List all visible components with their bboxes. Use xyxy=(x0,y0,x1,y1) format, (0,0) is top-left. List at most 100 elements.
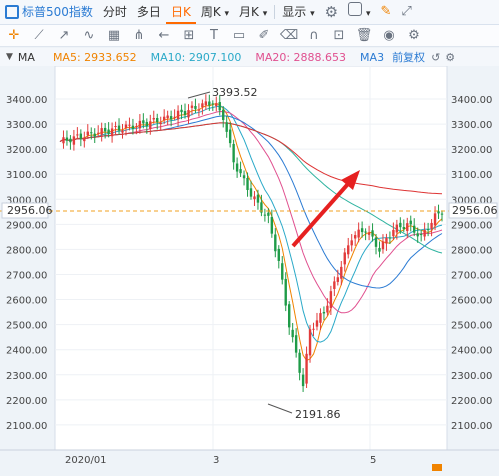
y-tick-label-left: 2200.00 xyxy=(6,396,47,407)
candle-body xyxy=(291,329,294,338)
candle-body xyxy=(215,103,218,106)
candle-body xyxy=(319,313,322,323)
y-tick-label-left: 3400.00 xyxy=(6,95,47,106)
candle-body xyxy=(159,122,162,125)
candle-body xyxy=(176,110,180,120)
crosshair-icon[interactable]: ✛ xyxy=(6,28,22,43)
kline-chart[interactable]: 3400.00 3300.00 3200.00 3100.00 3000.00 2900.… xyxy=(0,65,499,472)
candle-body xyxy=(235,163,239,172)
y-tick-label-right: 2300.00 xyxy=(451,371,492,382)
arrow-tool-icon[interactable]: ← xyxy=(156,28,172,43)
menu-icon[interactable] xyxy=(5,5,19,19)
candle-body xyxy=(169,116,173,120)
expand-icon[interactable]: ⤢ xyxy=(396,0,416,24)
candle-body xyxy=(312,328,315,330)
y-tick-label-right: 3200.00 xyxy=(451,145,492,156)
candle-body xyxy=(364,231,367,233)
checkbox-icon[interactable]: ▾ xyxy=(343,0,375,24)
y-tick-label-right: 3100.00 xyxy=(451,170,492,181)
channel-tool-icon[interactable]: ▦ xyxy=(106,28,122,43)
drawing-toolbar: ✛ ⟋ ↗ ∿ ▦ ⋔ ← ⊞ T ▭ ✐ ⌫ ∩ ⊡ 🗑 ◉ ⚙ xyxy=(0,25,499,47)
collapse-icon[interactable]: ▼ xyxy=(6,52,13,62)
candle-body xyxy=(72,136,76,145)
candle-body xyxy=(138,120,142,129)
candle-body xyxy=(440,213,444,215)
main-indicator-label[interactable]: MA xyxy=(18,51,35,64)
candle-body xyxy=(326,305,329,313)
candle-body xyxy=(135,126,138,128)
settings-icon[interactable]: ⚙ xyxy=(406,28,422,43)
candle-body xyxy=(90,132,93,134)
candle-body xyxy=(399,222,402,228)
settings-icon[interactable]: ⚙ xyxy=(445,51,455,64)
text-tool-icon[interactable]: T xyxy=(206,28,222,43)
scroll-handle[interactable] xyxy=(432,464,442,471)
y-tick-label-right: 2600.00 xyxy=(451,296,492,307)
candle-body xyxy=(225,122,228,132)
candle-body xyxy=(419,234,423,236)
candle-body xyxy=(437,211,440,214)
candle-body xyxy=(367,232,371,235)
y-tick-label-left: 3100.00 xyxy=(6,170,47,181)
magnet-icon[interactable]: ∩ xyxy=(306,28,322,43)
x-tick-may: 5 xyxy=(370,455,376,466)
candle-body xyxy=(294,335,298,353)
pencil-tool-icon[interactable]: ✐ xyxy=(256,28,272,43)
grid-tool-icon[interactable]: ⊞ xyxy=(181,28,197,43)
tab-intraday[interactable]: 分时 xyxy=(98,0,132,24)
line-tool-icon[interactable]: ⟋ xyxy=(31,28,47,43)
candle-body xyxy=(270,217,274,234)
candle-body xyxy=(114,125,117,127)
delete-icon[interactable]: 🗑 xyxy=(356,28,373,43)
ma5-value: MA5: 2933.652 xyxy=(52,50,137,64)
tab-daily-k[interactable]: 日K xyxy=(165,0,196,24)
ma-indicator-bar: ▼ MA MA5: 2933.652 MA10: 2907.100 MA20: … xyxy=(0,48,499,66)
candle-body xyxy=(239,169,242,174)
candle-body xyxy=(162,116,166,121)
rotate-icon[interactable]: ↺ xyxy=(431,51,440,64)
candle-body xyxy=(284,278,287,306)
edit-icon[interactable]: ✎ xyxy=(375,0,396,24)
y-tick-label-left: 2100.00 xyxy=(6,421,47,432)
chevron-down-icon: ▾ xyxy=(365,9,371,19)
comment-tool-icon[interactable]: ▭ xyxy=(231,28,247,43)
candle-body xyxy=(173,116,176,118)
index-title[interactable]: 标普500指数 xyxy=(0,0,98,24)
current-price-left: 2956.06 xyxy=(7,204,53,217)
candle-body xyxy=(315,320,319,327)
checkbox-square-icon xyxy=(348,2,363,16)
ma20-value: MA20: 2888.653 xyxy=(255,50,347,64)
candle-body xyxy=(416,233,419,237)
y-tick-label-left: 3200.00 xyxy=(6,145,47,156)
chevron-down-icon: ▾ xyxy=(310,9,315,19)
settings-icon[interactable]: ⚙ xyxy=(320,0,343,24)
candle-body xyxy=(298,352,301,373)
ray-tool-icon[interactable]: ↗ xyxy=(56,28,72,43)
eraser-tool-icon[interactable]: ⌫ xyxy=(280,28,298,43)
candle-body xyxy=(253,196,256,200)
lock-icon[interactable]: ⊡ xyxy=(331,28,347,43)
wave-tool-icon[interactable]: ∿ xyxy=(81,28,97,43)
tab-weekly-k[interactable]: 周K ▾ xyxy=(196,0,234,24)
candle-body xyxy=(333,281,336,289)
y-tick-label-right: 2800.00 xyxy=(451,245,492,256)
tab-multiday[interactable]: 多日 xyxy=(132,0,166,24)
y-tick-label-right: 2900.00 xyxy=(451,220,492,231)
candle-body xyxy=(128,124,131,126)
candle-body xyxy=(76,134,79,136)
candle-body xyxy=(166,115,169,119)
adjust-mode[interactable]: 前复权 xyxy=(392,49,425,65)
candle-body xyxy=(353,235,357,239)
fork-tool-icon[interactable]: ⋔ xyxy=(131,28,147,43)
tab-monthly-k[interactable]: 月K ▾ xyxy=(234,0,272,24)
candle-body xyxy=(378,247,381,252)
eye-icon[interactable]: ◉ xyxy=(381,28,397,43)
candle-body xyxy=(156,118,159,123)
display-menu[interactable]: 显示 ▾ xyxy=(277,0,319,24)
y-tick-label-right: 2500.00 xyxy=(451,321,492,332)
candle-body xyxy=(79,133,83,139)
divider xyxy=(274,5,276,19)
candle-body xyxy=(242,175,246,179)
candle-body xyxy=(385,237,388,244)
low-label: 2191.86 xyxy=(295,408,341,421)
